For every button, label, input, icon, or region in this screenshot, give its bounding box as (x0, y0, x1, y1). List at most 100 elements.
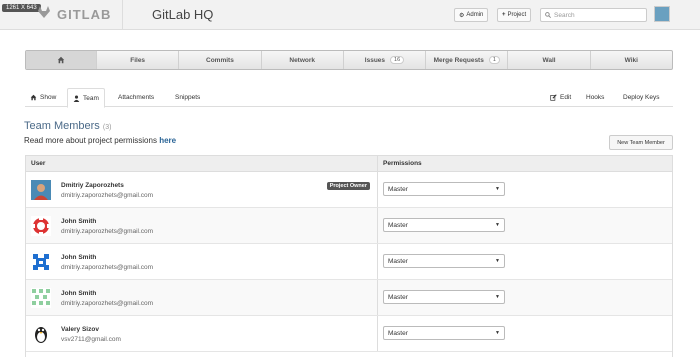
new-project-button[interactable]: + Project (497, 8, 532, 22)
permission-value: Master (388, 221, 408, 229)
tab-deploy-keys-label: Deploy Keys (623, 94, 660, 101)
permission-select[interactable]: Master ▼ (383, 182, 505, 196)
search-input[interactable]: Search (540, 8, 647, 22)
tab-show[interactable]: Show (25, 88, 61, 107)
nav-issues[interactable]: Issues 16 (342, 51, 425, 69)
admin-label: Admin (466, 12, 484, 18)
tab-edit[interactable]: Edit (545, 88, 576, 107)
project-subtabs: Show Team Attachments Snippets Edit Hook… (25, 87, 673, 108)
gitlab-logo-icon[interactable] (37, 5, 51, 19)
nav-commits-label: Commits (206, 56, 234, 64)
caret-down-icon: ▼ (495, 222, 500, 228)
column-header-user: User (26, 156, 378, 171)
top-header: 1261 X 643 GITLAB GitLab HQ ⚙ Admin + Pr… (0, 0, 700, 30)
table-row: Dmitriy Zaporozhets dmitriy.zaporozhets@… (26, 172, 672, 208)
member-name[interactable]: John Smith (61, 254, 96, 261)
permission-select[interactable]: Master ▼ (383, 326, 505, 340)
team-members-table: User Permissions Dmitriy Zaporozhets dmi… (25, 155, 673, 357)
table-row: John Smith dmitriy.zaporozhets@gmail.com… (26, 280, 672, 316)
merge-requests-count-badge: 1 (488, 56, 500, 64)
column-header-permissions: Permissions (383, 160, 422, 167)
readmore-text: Read more about project permissions (24, 136, 157, 145)
identicon-avatar (31, 252, 51, 272)
permission-value: Master (388, 185, 408, 193)
nav-network[interactable]: Network (260, 51, 343, 69)
permission-select[interactable]: Master ▼ (383, 290, 505, 304)
permission-value: Master (388, 329, 408, 337)
admin-button[interactable]: ⚙ Admin (454, 8, 489, 22)
project-owner-badge: Project Owner (326, 182, 370, 190)
permissions-help: Read more about project permissions here (24, 136, 176, 145)
member-name[interactable]: Dmitriy Zaporozhets (61, 182, 124, 189)
member-name[interactable]: Valery Sizov (61, 326, 99, 333)
table-row: John Smith dmitriy.zaporozhets@gmail.com… (26, 244, 672, 280)
identicon-avatar (31, 288, 51, 308)
permission-select[interactable]: Master ▼ (383, 218, 505, 232)
table-row: Valery Sizov vsv2711@gmail.com Master ▼ (26, 316, 672, 352)
tab-team[interactable]: Team (67, 88, 105, 108)
nav-wiki[interactable]: Wiki (589, 51, 672, 69)
penguin-avatar (31, 324, 51, 344)
nav-wall-label: Wall (542, 56, 556, 64)
caret-down-icon: ▼ (495, 294, 500, 300)
page-title-text: Team Members (24, 120, 100, 132)
nav-merge-requests-label: Merge Requests (433, 56, 484, 64)
plus-icon: + (502, 12, 506, 18)
permissions-help-link[interactable]: here (159, 136, 176, 145)
permission-value: Master (388, 257, 408, 265)
table-row: John Smith dmitriy.zaporozhets@gmail.com… (26, 208, 672, 244)
member-email: dmitriy.zaporozhets@gmail.com (61, 228, 154, 235)
nav-files[interactable]: Files (96, 51, 178, 69)
page-title: Team Members (3) (24, 120, 111, 132)
nav-wall[interactable]: Wall (507, 51, 589, 69)
tab-snippets-label: Snippets (175, 94, 201, 101)
home-icon (57, 56, 65, 64)
nav-commits[interactable]: Commits (178, 51, 260, 69)
tab-hooks[interactable]: Hooks (581, 88, 609, 107)
search-placeholder: Search (554, 11, 575, 19)
search-icon (545, 12, 551, 18)
tab-attachments[interactable]: Attachments (113, 88, 159, 107)
permission-value: Master (388, 293, 408, 301)
identicon-avatar (31, 216, 51, 236)
edit-icon (550, 94, 557, 101)
logo-text[interactable]: GITLAB (57, 7, 111, 22)
tab-deploy-keys[interactable]: Deploy Keys (618, 88, 665, 107)
nav-wiki-label: Wiki (624, 56, 638, 64)
user-icon (73, 95, 80, 102)
project-label: Project (507, 12, 527, 18)
caret-down-icon: ▼ (495, 258, 500, 264)
member-email: dmitriy.zaporozhets@gmail.com (61, 192, 154, 199)
table-header: User Permissions (26, 156, 672, 172)
member-count: (3) (102, 124, 112, 131)
member-name[interactable]: John Smith (61, 290, 96, 297)
nav-home[interactable] (26, 51, 96, 69)
size-badge: 1261 X 643 (2, 4, 41, 12)
member-email: dmitriy.zaporozhets@gmail.com (61, 264, 154, 271)
nav-network-label: Network (289, 56, 316, 64)
permission-select[interactable]: Master ▼ (383, 254, 505, 268)
tab-hooks-label: Hooks (586, 94, 605, 101)
tab-show-label: Show (40, 94, 57, 101)
member-email: vsv2711@gmail.com (61, 336, 121, 343)
header-divider (122, 0, 123, 30)
member-name[interactable]: John Smith (61, 218, 96, 225)
member-email: dmitriy.zaporozhets@gmail.com (61, 300, 154, 307)
nav-issues-label: Issues (364, 56, 386, 64)
issues-count-badge: 16 (390, 56, 405, 64)
home-icon (30, 94, 37, 101)
project-title[interactable]: GitLab HQ (152, 7, 213, 22)
nav-files-label: Files (130, 56, 146, 64)
tab-edit-label: Edit (560, 94, 572, 101)
caret-down-icon: ▼ (495, 330, 500, 336)
gear-icon: ⚙ (459, 12, 465, 19)
user-avatar (31, 180, 51, 200)
tab-attachments-label: Attachments (118, 94, 155, 101)
new-team-member-button[interactable]: New Team Member (609, 135, 673, 150)
tab-team-label: Team (83, 94, 99, 102)
user-avatar[interactable] (654, 6, 670, 22)
nav-merge-requests[interactable]: Merge Requests 1 (425, 51, 507, 69)
caret-down-icon: ▼ (495, 186, 500, 192)
project-nav: Files Commits Network Issues 16 Merge Re… (25, 50, 673, 70)
tab-snippets[interactable]: Snippets (170, 88, 205, 107)
